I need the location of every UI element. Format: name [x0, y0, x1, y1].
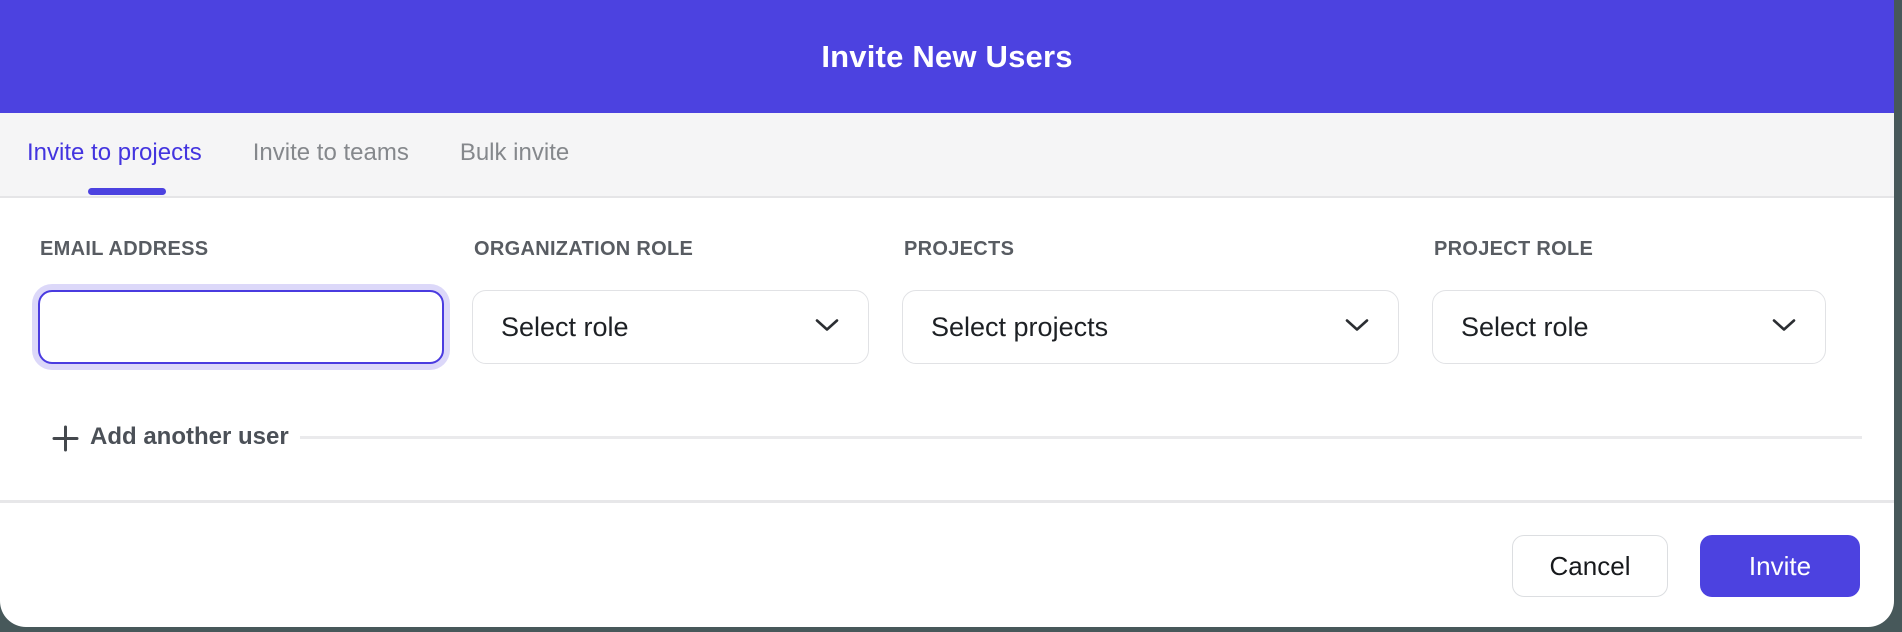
tab-bar: Invite to projects Invite to teams Bulk … — [0, 113, 1894, 198]
plus-icon[interactable] — [52, 425, 79, 457]
chevron-down-icon — [1344, 317, 1370, 338]
chevron-down-icon — [1771, 317, 1797, 338]
organization-role-selected-value: Select role — [501, 312, 802, 343]
project-role-select[interactable]: Select role — [1432, 290, 1826, 364]
project-role-selected-value: Select role — [1461, 312, 1759, 343]
add-another-user-button[interactable]: Add another user — [90, 423, 289, 451]
invite-button[interactable]: Invite — [1700, 535, 1860, 597]
modal-header: Invite New Users — [0, 0, 1894, 113]
email-label: EMAIL ADDRESS — [40, 238, 208, 261]
add-another-user-row: Add another user — [0, 420, 1894, 456]
cancel-button[interactable]: Cancel — [1512, 535, 1668, 597]
organization-role-select[interactable]: Select role — [472, 290, 869, 364]
tab-bulk-invite[interactable]: Bulk invite — [460, 139, 569, 167]
email-input[interactable] — [38, 290, 444, 364]
projects-select[interactable]: Select projects — [902, 290, 1399, 364]
active-tab-indicator — [88, 188, 166, 195]
modal-title: Invite New Users — [821, 39, 1072, 75]
tab-invite-to-teams[interactable]: Invite to teams — [253, 139, 409, 167]
divider — [300, 436, 1862, 439]
footer-divider — [0, 500, 1894, 503]
tab-invite-to-projects[interactable]: Invite to projects — [27, 139, 202, 167]
projects-selected-value: Select projects — [931, 312, 1332, 343]
organization-role-label: ORGANIZATION ROLE — [474, 238, 693, 261]
invite-new-users-modal: Invite New Users Invite to projects Invi… — [0, 0, 1894, 627]
projects-label: PROJECTS — [904, 238, 1014, 261]
chevron-down-icon — [814, 317, 840, 338]
project-role-label: PROJECT ROLE — [1434, 238, 1593, 261]
